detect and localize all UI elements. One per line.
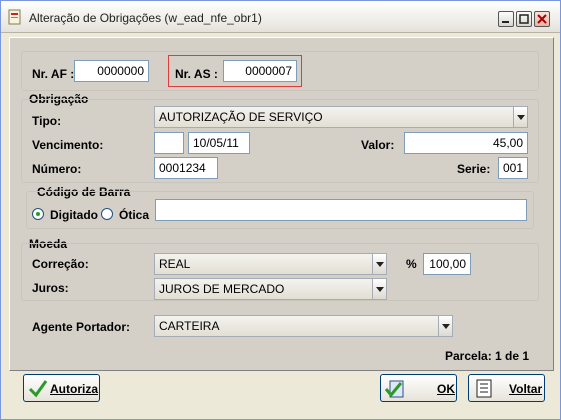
vencimento-label: Vencimento: bbox=[32, 138, 104, 152]
tipo-label: Tipo: bbox=[32, 114, 62, 128]
radio-otica-label[interactable]: Ótica bbox=[119, 208, 149, 222]
correcao-dropdown[interactable]: REAL bbox=[154, 253, 387, 275]
correcao-label: Correção: bbox=[32, 257, 89, 271]
ok-document-icon bbox=[385, 380, 404, 398]
nr-as-field[interactable]: 0000007 bbox=[223, 60, 297, 82]
app-icon bbox=[8, 9, 21, 25]
agente-dropdown[interactable]: CARTEIRA bbox=[154, 315, 453, 337]
serie-label: Serie: bbox=[457, 162, 491, 176]
percent-field[interactable]: 100,00 bbox=[423, 253, 471, 275]
maximize-icon bbox=[519, 14, 529, 24]
title-bar[interactable]: Alteração de Obrigações (w_ead_nfe_obr1) bbox=[1, 1, 560, 33]
minimize-button[interactable] bbox=[498, 11, 514, 27]
chevron-down-icon bbox=[442, 324, 450, 329]
valor-label: Valor: bbox=[361, 138, 395, 152]
juros-dropdown-arrow[interactable] bbox=[372, 279, 386, 299]
voltar-list-icon bbox=[476, 379, 492, 398]
vencimento-prefix-field[interactable] bbox=[154, 132, 184, 154]
close-icon bbox=[537, 14, 547, 24]
autoriza-button-label: Autoriza bbox=[50, 382, 98, 396]
chevron-down-icon bbox=[376, 287, 384, 292]
juros-dropdown[interactable]: JUROS DE MERCADO bbox=[154, 278, 387, 300]
parcela-label: Parcela: 1 de 1 bbox=[445, 349, 530, 363]
voltar-button-label: Voltar bbox=[509, 382, 543, 396]
valor-field[interactable]: 45,00 bbox=[404, 132, 528, 154]
correcao-value: REAL bbox=[159, 257, 191, 271]
nr-af-field[interactable]: 0000000 bbox=[74, 60, 149, 82]
radio-digitado[interactable] bbox=[32, 208, 44, 220]
window-title: Alteração de Obrigações (w_ead_nfe_obr1) bbox=[29, 11, 262, 25]
check-icon bbox=[28, 380, 48, 398]
close-button[interactable] bbox=[534, 11, 550, 27]
dialog-window: Alteração de Obrigações (w_ead_nfe_obr1)… bbox=[0, 0, 561, 420]
minimize-icon bbox=[502, 21, 509, 23]
chevron-down-icon bbox=[517, 115, 525, 120]
voltar-button[interactable]: Voltar bbox=[468, 374, 545, 402]
juros-label: Juros: bbox=[32, 281, 69, 295]
agente-value: CARTEIRA bbox=[159, 319, 220, 333]
agente-label: Agente Portador: bbox=[32, 320, 131, 334]
tipo-dropdown[interactable]: AUTORIZAÇÃO DE SERVIÇO bbox=[154, 106, 528, 128]
autoriza-button[interactable]: Autoriza bbox=[23, 374, 100, 402]
barcode-field[interactable] bbox=[155, 199, 527, 221]
juros-value: JUROS DE MERCADO bbox=[159, 282, 285, 296]
maximize-button[interactable] bbox=[516, 11, 532, 27]
agente-dropdown-arrow[interactable] bbox=[438, 316, 452, 336]
serie-field[interactable]: 001 bbox=[498, 157, 528, 179]
percent-label: % bbox=[406, 257, 417, 271]
ok-button-label: OK bbox=[437, 382, 455, 396]
correcao-dropdown-arrow[interactable] bbox=[372, 254, 386, 274]
nr-as-label: Nr. AS : bbox=[175, 67, 218, 81]
chevron-down-icon bbox=[376, 262, 384, 267]
radio-selected-dot bbox=[36, 212, 40, 216]
ok-button[interactable]: OK bbox=[380, 374, 457, 402]
numero-field[interactable]: 0001234 bbox=[154, 157, 218, 179]
radio-otica[interactable] bbox=[101, 208, 113, 220]
numero-label: Número: bbox=[32, 162, 82, 176]
tipo-dropdown-arrow[interactable] bbox=[513, 107, 527, 127]
nr-af-label: Nr. AF : bbox=[32, 67, 75, 81]
radio-digitado-label[interactable]: Digitado bbox=[50, 208, 98, 222]
vencimento-field[interactable]: 10/05/11 bbox=[188, 132, 250, 154]
tipo-value: AUTORIZAÇÃO DE SERVIÇO bbox=[159, 110, 323, 124]
